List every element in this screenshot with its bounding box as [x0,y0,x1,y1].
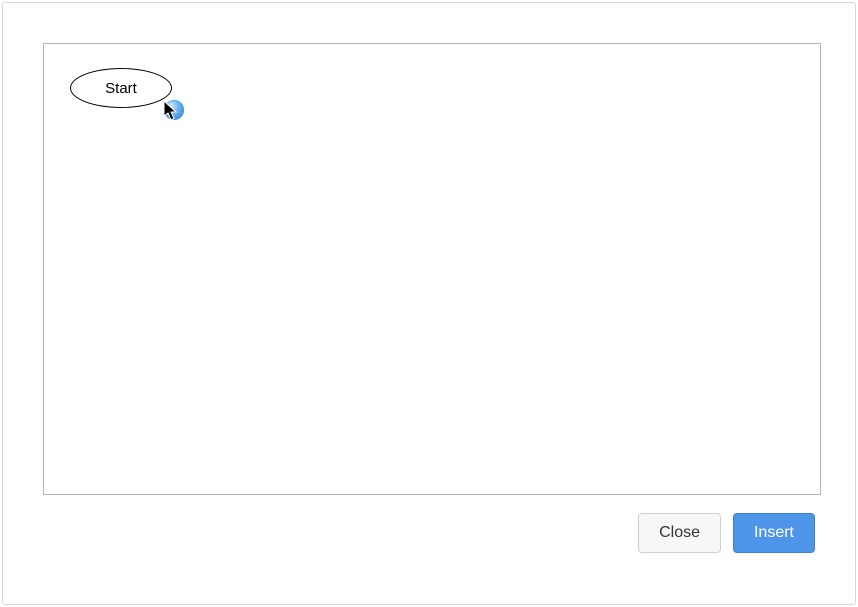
dialog-button-row: Close Insert [43,513,815,555]
dialog-frame: Start Close Insert [2,2,856,605]
close-button[interactable]: Close [638,513,721,553]
close-button-label: Close [659,524,700,542]
diagram-canvas[interactable]: Start [43,43,821,495]
insert-button[interactable]: Insert [733,513,815,553]
connection-handle[interactable] [164,100,184,120]
start-node[interactable]: Start [70,68,172,108]
start-node-label: Start [105,80,137,97]
insert-button-label: Insert [754,524,794,542]
